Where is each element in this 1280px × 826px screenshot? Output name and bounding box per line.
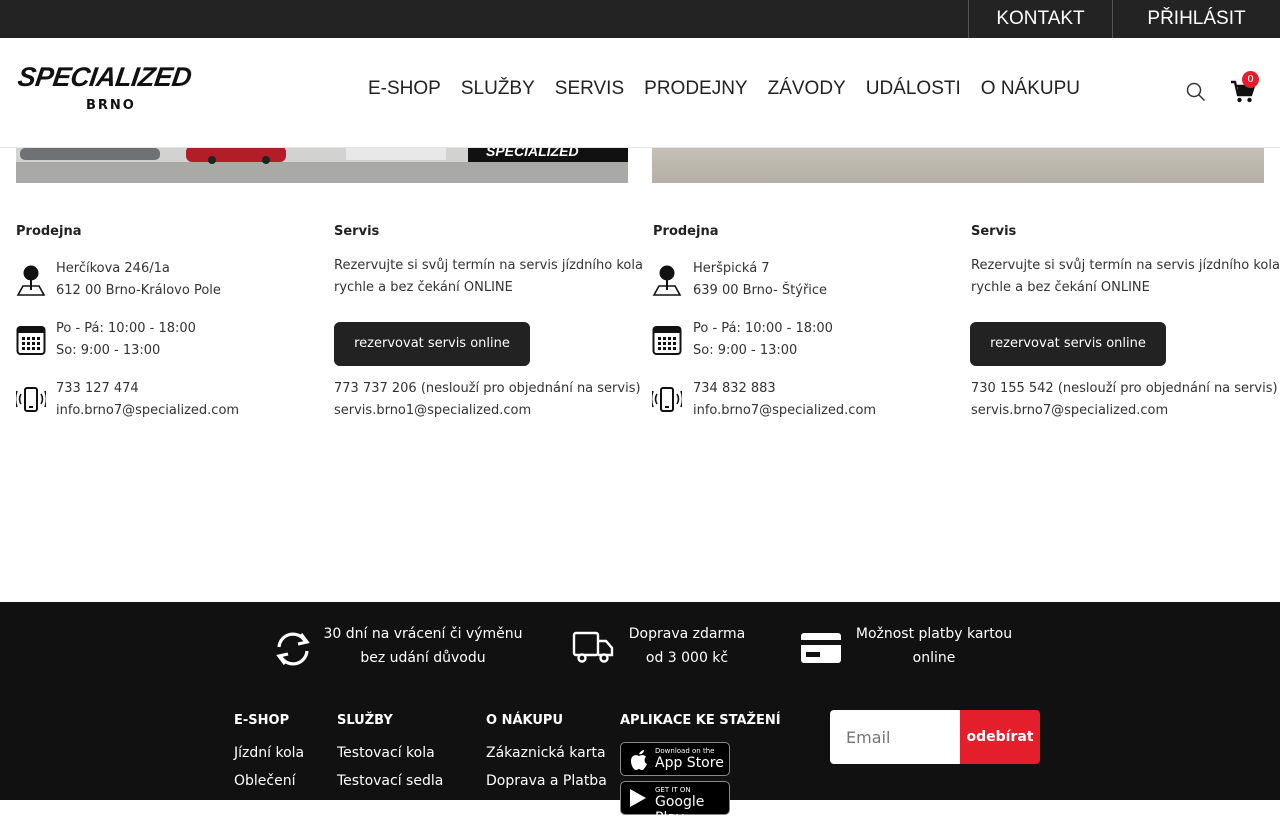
logo[interactable]: SPECIALIZED BRNO	[15, 62, 198, 118]
phone-vibrate-icon	[652, 387, 682, 412]
book-service-button[interactable]: rezervovat servis online	[334, 322, 530, 366]
address-line-1: Heršpická 7	[693, 261, 770, 276]
footer-purchase-title: O NÁKUPU	[486, 713, 564, 728]
store-phone[interactable]: 733 127 474	[56, 378, 139, 400]
app-store-small-text: Download on the	[655, 747, 715, 755]
nav-item-services[interactable]: SLUŽBY	[461, 78, 535, 100]
address-line-2: 612 00 Brno-Královo Pole	[56, 283, 221, 298]
nav-item-eshop[interactable]: E-SHOP	[368, 78, 441, 100]
subscribe-button[interactable]: odebírat	[960, 710, 1040, 764]
service-phone[interactable]: 773 737 206 (neslouží pro objednání na s…	[334, 378, 641, 400]
top-bar: KONTAKT PŘIHLÁSIT	[0, 0, 1280, 38]
service-text-2: rychle a bez čekání ONLINE	[971, 280, 1150, 295]
service-text-1: Rezervujte si svůj termín na servis jízd…	[971, 258, 1280, 273]
contact-link[interactable]: KONTAKT	[968, 0, 1112, 38]
footer: 30 dní na vrácení či výměnu bez udání dů…	[0, 602, 1280, 826]
service-email[interactable]: servis.brno1@specialized.com	[334, 400, 531, 422]
login-link[interactable]: PŘIHLÁSIT	[1112, 0, 1280, 38]
shipping-text-1: Doprava zdarma	[628, 626, 746, 642]
card-text-2: online	[912, 650, 956, 666]
app-store-text: App Store	[655, 755, 724, 771]
logo-city: BRNO	[86, 98, 136, 113]
hours-saturday: So: 9:00 - 13:00	[693, 343, 798, 358]
nav-item-events[interactable]: UDÁLOSTI	[866, 78, 961, 100]
store-email[interactable]: info.brno7@specialized.com	[56, 400, 239, 422]
truck-icon	[572, 631, 614, 663]
footer-link-shipping-payment[interactable]: Doprava a Platba	[486, 773, 607, 789]
cart-count-badge: 0	[1242, 71, 1259, 88]
calendar-icon	[16, 326, 46, 355]
store-phone[interactable]: 734 832 883	[693, 378, 776, 400]
google-play-small-text: GET IT ON	[655, 786, 691, 794]
search-icon[interactable]	[1186, 82, 1206, 102]
location-pin-icon	[652, 265, 682, 296]
footer-link-test-saddles[interactable]: Testovací sedla	[337, 773, 443, 789]
footer-services-title: SLUŽBY	[337, 713, 393, 728]
app-store-badge[interactable]: Download on the App Store	[620, 742, 730, 776]
google-play-icon	[630, 789, 646, 807]
book-service-button[interactable]: rezervovat servis online	[970, 322, 1166, 366]
service-text-2: rychle a bez čekání ONLINE	[334, 280, 513, 295]
service-phone[interactable]: 730 155 542 (neslouží pro objednání na s…	[971, 378, 1278, 400]
footer-link-bikes[interactable]: Jízdní kola	[234, 745, 304, 761]
hours-weekdays: Po - Pá: 10:00 - 18:00	[56, 321, 196, 336]
hours-weekdays: Po - Pá: 10:00 - 18:00	[693, 321, 833, 336]
location-pin-icon	[16, 265, 46, 296]
address-line-2: 639 00 Brno- Štýřice	[693, 283, 828, 298]
service-title: Servis	[971, 224, 1017, 239]
shipping-text-2: od 3 000 kč	[645, 650, 729, 666]
google-play-badge[interactable]: GET IT ON Google Play	[620, 781, 730, 826]
card-icon	[801, 633, 841, 663]
refresh-icon	[276, 632, 310, 666]
footer-eshop-title: E-SHOP	[234, 713, 290, 728]
hours-saturday: So: 9:00 - 13:00	[56, 343, 161, 358]
nav-item-stores[interactable]: PRODEJNY	[644, 78, 747, 100]
nav-item-races[interactable]: ZÁVODY	[768, 78, 846, 100]
service-text-1: Rezervujte si svůj termín na servis jízd…	[334, 258, 643, 273]
calendar-icon	[652, 326, 682, 355]
logo-brand: SPECIALIZED	[15, 62, 194, 92]
google-play-text: Google Play	[655, 794, 705, 826]
service-email[interactable]: servis.brno7@specialized.com	[971, 400, 1168, 422]
returns-text-1: 30 dní na vrácení či výměnu	[323, 626, 523, 642]
store-email[interactable]: info.brno7@specialized.com	[693, 400, 876, 422]
footer-link-test-bikes[interactable]: Testovací kola	[337, 745, 435, 761]
main-nav: E-SHOP SLUŽBY SERVIS PRODEJNY ZÁVODY UDÁ…	[368, 78, 1080, 100]
footer-apps-title: APLIKACE KE STAŽENÍ	[620, 713, 781, 728]
address-line-1: Herčíkova 246/1a	[56, 261, 170, 276]
card-text-1: Možnost platby kartou	[855, 626, 1013, 642]
apple-icon	[631, 750, 647, 770]
nav-item-purchase[interactable]: O NÁKUPU	[981, 78, 1080, 100]
service-title: Servis	[334, 224, 380, 239]
phone-vibrate-icon	[16, 387, 46, 412]
footer-link-customer-card[interactable]: Zákaznická karta	[486, 745, 606, 761]
newsletter-email-input[interactable]	[830, 710, 960, 764]
shop-title: Prodejna	[16, 224, 82, 239]
shop-title: Prodejna	[653, 224, 719, 239]
main-header: SPECIALIZED BRNO E-SHOP SLUŽBY SERVIS PR…	[0, 38, 1280, 148]
nav-item-servis[interactable]: SERVIS	[555, 78, 624, 100]
footer-link-clothing[interactable]: Oblečení	[234, 773, 295, 789]
returns-text-2: bez udání důvodu	[360, 650, 486, 666]
